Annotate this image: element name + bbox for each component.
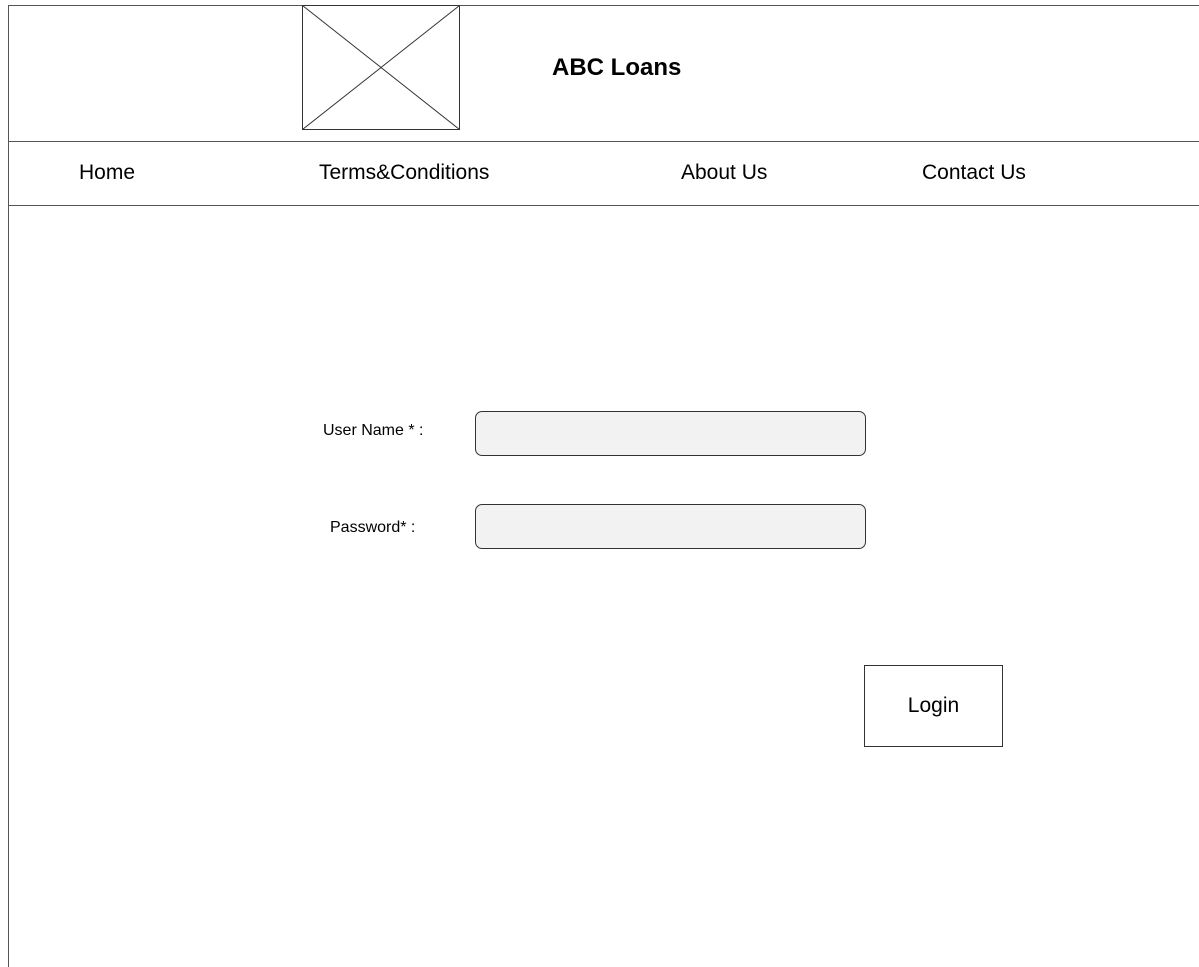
- password-label: Password* :: [330, 519, 416, 536]
- nav-item-home[interactable]: Home: [79, 161, 135, 185]
- login-button[interactable]: Login: [864, 665, 1003, 747]
- main-nav: Home Terms&Conditions About Us Contact U…: [8, 142, 1199, 206]
- image-placeholder-icon: [302, 5, 460, 130]
- nav-item-terms-conditions[interactable]: Terms&Conditions: [319, 161, 489, 185]
- password-input[interactable]: [475, 504, 866, 549]
- nav-item-contact-us[interactable]: Contact Us: [922, 161, 1026, 185]
- username-input[interactable]: [475, 411, 866, 456]
- username-label: User Name * :: [323, 422, 424, 439]
- nav-item-about-us[interactable]: About Us: [681, 161, 767, 185]
- site-title: ABC Loans: [552, 54, 682, 81]
